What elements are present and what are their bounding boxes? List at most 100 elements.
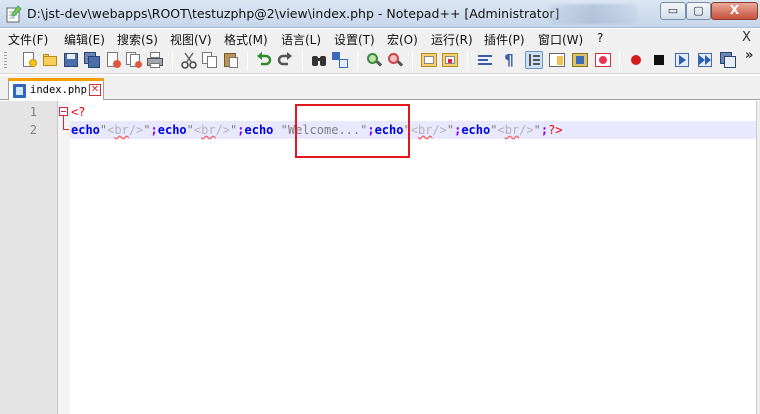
run-macro-multiple-icon[interactable] (696, 51, 714, 69)
save-all-icon[interactable] (83, 51, 101, 69)
close-icon: X (729, 3, 740, 17)
menu-file[interactable]: 文件(F) (8, 31, 48, 48)
saved-file-icon (13, 84, 26, 98)
close-file-icon[interactable] (104, 51, 122, 69)
find-icon[interactable] (310, 51, 328, 69)
maximize-button[interactable]: ▢ (686, 2, 711, 20)
print-icon[interactable] (146, 51, 164, 69)
menu-settings[interactable]: 设置(T) (334, 31, 375, 48)
toolbar-separator (247, 52, 248, 70)
document-map-icon[interactable] (548, 51, 566, 69)
menu-view[interactable]: 视图(V) (170, 31, 212, 48)
menu-window[interactable]: 窗口(W) (538, 31, 583, 48)
undo-icon[interactable] (255, 51, 273, 69)
save-macro-icon[interactable] (719, 51, 737, 69)
window-title: D:\jst-dev\webapps\ROOT\testuzphp@2\view… (27, 6, 560, 21)
html-tag-bracket: /> (519, 123, 534, 137)
code-line-1: <? (71, 105, 85, 119)
code-editor[interactable]: 1 2 <? echo"<br/>";echo"<br/>";echo "Wel… (0, 101, 756, 414)
html-tag-name: br (114, 123, 129, 137)
quote: " (446, 123, 455, 137)
keyword-echo: echo (71, 123, 100, 137)
html-tag-bracket: /> (128, 123, 144, 137)
fold-end (63, 129, 69, 130)
sync-horizontal-icon[interactable] (441, 51, 459, 69)
keyword-echo: echo (244, 123, 274, 137)
record-macro-icon[interactable] (627, 51, 645, 69)
menu-help[interactable]: ? (597, 31, 603, 45)
folder-workspace-icon[interactable] (594, 51, 612, 69)
tab-close-icon[interactable]: ✕ (89, 84, 101, 96)
menu-bar: 文件(F) 编辑(E) 搜索(S) 视图(V) 格式(M) 语言(L) 设置(T… (0, 29, 760, 48)
keyword-echo: echo (157, 123, 187, 137)
toolbar-separator (302, 52, 303, 70)
word-wrap-icon[interactable] (476, 51, 494, 69)
line-number: 1 (29, 105, 37, 119)
quote: " (533, 123, 541, 137)
line-number: 2 (29, 123, 37, 137)
menu-macro[interactable]: 宏(O) (387, 31, 418, 48)
redo-icon[interactable] (276, 51, 294, 69)
keyword-echo: echo (461, 123, 491, 137)
toolbar-separator (412, 52, 413, 70)
close-all-icon[interactable] (125, 51, 143, 69)
sync-vertical-icon[interactable] (420, 51, 438, 69)
vertical-scrollbar[interactable] (756, 101, 760, 414)
annotation-highlight-box (295, 104, 410, 158)
cut-icon[interactable] (180, 51, 198, 69)
toolbar: ¶ » (0, 48, 760, 74)
zoom-out-icon[interactable] (386, 51, 404, 69)
html-tag-bracket: /> (432, 123, 447, 137)
minimize-button[interactable]: ▭ (660, 2, 686, 20)
quote: " (186, 123, 194, 137)
html-tag-bracket: /> (215, 123, 231, 137)
toolbar-separator (467, 52, 468, 70)
toolbar-separator (172, 52, 173, 70)
tab-index-php[interactable]: index.php ✕ (8, 78, 104, 100)
show-all-characters-icon[interactable]: ¶ (500, 51, 518, 69)
paste-icon[interactable] (222, 51, 240, 69)
menu-format[interactable]: 格式(M) (224, 31, 268, 48)
minimize-icon: ▭ (667, 4, 679, 17)
html-tag-name: br (504, 123, 520, 137)
php-open-tag: <? (71, 105, 86, 119)
maximize-icon: ▢ (693, 4, 704, 17)
quote: " (143, 123, 151, 137)
tab-bar: index.php ✕ (0, 76, 760, 100)
fold-collapse-icon[interactable] (59, 107, 68, 116)
title-bar: D:\jst-dev\webapps\ROOT\testuzphp@2\view… (0, 0, 760, 28)
close-document-button[interactable]: X (742, 30, 751, 45)
close-window-button[interactable]: X (711, 2, 758, 20)
html-tag-name: br (201, 123, 216, 137)
blurred-title-overlay (548, 4, 638, 24)
stop-recording-icon[interactable] (650, 51, 668, 69)
php-close-tag: ?> (548, 123, 563, 137)
zoom-in-icon[interactable] (365, 51, 383, 69)
toolbar-overflow-button[interactable]: » (745, 48, 753, 63)
html-tag-bracket: < (410, 123, 418, 137)
fold-line (63, 116, 64, 130)
menu-language[interactable]: 语言(L) (281, 31, 321, 48)
new-file-icon[interactable] (20, 51, 38, 69)
indent-guide-icon[interactable] (525, 51, 543, 69)
open-file-icon[interactable] (41, 51, 59, 69)
function-list-icon[interactable] (571, 51, 589, 69)
toolbar-grip[interactable] (4, 52, 7, 70)
menu-edit[interactable]: 编辑(E) (64, 31, 105, 48)
menu-run[interactable]: 运行(R) (431, 31, 473, 48)
notepadpp-app-icon (6, 5, 22, 23)
save-icon[interactable] (62, 51, 80, 69)
play-macro-icon[interactable] (673, 51, 691, 69)
copy-icon[interactable] (201, 51, 219, 69)
toolbar-separator (619, 52, 620, 70)
replace-icon[interactable] (331, 51, 349, 69)
semicolon: ; (237, 123, 245, 137)
menu-search[interactable]: 搜索(S) (117, 31, 158, 48)
html-tag-name: br (417, 123, 433, 137)
fold-margin (58, 101, 70, 414)
tab-label: index.php (30, 84, 87, 96)
menu-plugins[interactable]: 插件(P) (484, 31, 525, 48)
semicolon: ; (150, 123, 158, 137)
html-tag-bracket: < (497, 123, 505, 137)
